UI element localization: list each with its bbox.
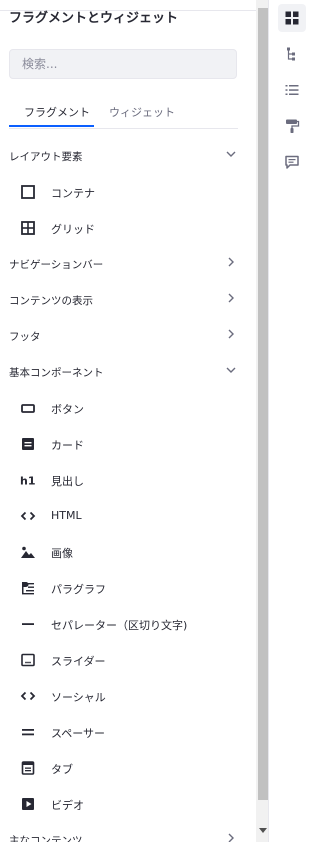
look-and-feel-icon	[286, 119, 300, 133]
list-item-html[interactable]: HTML	[0, 498, 244, 534]
category-label: ナビゲーションバー	[9, 259, 104, 271]
category-navigation-bar[interactable]: ナビゲーションバー	[0, 246, 244, 282]
category-main-content[interactable]: 主なコンテンツ	[0, 822, 244, 842]
item-label: ソーシャル	[51, 691, 106, 704]
item-label: 画像	[51, 547, 73, 560]
item-label: セパレーター（区切り文字)	[51, 619, 188, 632]
chevron-right-icon	[228, 329, 234, 339]
search-input[interactable]	[9, 49, 237, 79]
tab-fragments[interactable]: フラグメント	[24, 104, 90, 120]
list-item-heading[interactable]: h1 見出し	[0, 462, 244, 498]
item-label: パラグラフ	[51, 583, 106, 596]
list-item-social[interactable]: ソーシャル	[0, 678, 244, 714]
chevron-right-icon	[228, 293, 234, 303]
chevron-down-icon	[226, 151, 236, 157]
active-tab-indicator	[9, 125, 94, 127]
tab-widgets[interactable]: ウィジェット	[109, 104, 175, 120]
panel-title: フラグメントとウィジェット	[9, 11, 179, 26]
tab-bar: フラグメント ウィジェット	[9, 98, 238, 129]
item-label: タブ	[51, 763, 73, 776]
list-item-slider[interactable]: スライダー	[0, 642, 244, 678]
comments-icon	[285, 155, 299, 169]
item-label: 見出し	[51, 475, 84, 488]
list-item-button[interactable]: ボタン	[0, 390, 244, 426]
list-item-paragraph[interactable]: パラグラフ	[0, 570, 244, 606]
container-icon	[19, 183, 37, 201]
chevron-down-icon	[226, 367, 236, 373]
chevron-right-icon	[228, 257, 234, 267]
item-label: コンテナ	[51, 187, 95, 200]
category-footer[interactable]: フッタ	[0, 318, 244, 354]
scroll-down-arrow-icon[interactable]	[259, 828, 267, 833]
list-icon	[285, 85, 299, 95]
comments-button[interactable]	[278, 148, 306, 176]
item-label: グリッド	[51, 223, 95, 236]
spacer-icon	[19, 723, 37, 741]
item-label: カード	[51, 439, 84, 452]
list-item-video[interactable]: ビデオ	[0, 786, 244, 822]
item-label: HTML	[51, 509, 82, 522]
grid-icon	[19, 219, 37, 237]
list-item-card[interactable]: カード	[0, 426, 244, 462]
fragments-widgets-button[interactable]	[278, 4, 306, 32]
social-icon	[19, 687, 37, 705]
list-button[interactable]	[278, 76, 306, 104]
slider-icon	[19, 651, 37, 669]
heading-icon: h1	[19, 471, 37, 489]
category-label: 基本コンポーネント	[9, 367, 104, 379]
category-content-display[interactable]: コンテンツの表示	[0, 282, 244, 318]
category-basic-components[interactable]: 基本コンポーネント	[0, 354, 244, 390]
list-item-spacer[interactable]: スペーサー	[0, 714, 244, 750]
image-icon	[19, 543, 37, 561]
tool-sidebar	[268, 0, 314, 842]
page-structure-icon	[287, 47, 295, 61]
chevron-right-icon	[228, 833, 234, 842]
tabs-icon	[19, 759, 37, 777]
item-label: ボタン	[51, 403, 84, 416]
separator-icon	[19, 615, 37, 633]
category-label: 主なコンテンツ	[9, 835, 83, 842]
list-item-image[interactable]: 画像	[0, 534, 244, 570]
fragments-panel: フラグメントとウィジェット フラグメント ウィジェット レイアウト要素 コンテナ…	[0, 0, 256, 842]
paragraph-icon	[19, 579, 37, 597]
category-label: フッタ	[9, 331, 41, 343]
button-icon	[19, 399, 37, 417]
code-icon	[19, 507, 37, 525]
page-structure-button[interactable]	[278, 40, 306, 68]
svg-text:h1: h1	[20, 475, 36, 488]
item-label: スライダー	[51, 655, 106, 668]
list-item-tabs[interactable]: タブ	[0, 750, 244, 786]
category-layout-elements[interactable]: レイアウト要素	[0, 138, 244, 174]
list-item-container[interactable]: コンテナ	[0, 174, 244, 210]
category-label: コンテンツの表示	[9, 295, 93, 307]
list-item-grid[interactable]: グリッド	[0, 210, 244, 246]
look-and-feel-button[interactable]	[278, 112, 306, 140]
item-label: スペーサー	[51, 727, 106, 740]
item-label: ビデオ	[51, 799, 84, 812]
list-item-separator[interactable]: セパレーター（区切り文字)	[0, 606, 244, 642]
card-icon	[19, 435, 37, 453]
category-label: レイアウト要素	[9, 151, 83, 163]
fragments-widgets-icon	[285, 11, 299, 25]
scrollbar-thumb[interactable]	[258, 8, 268, 800]
video-icon	[19, 795, 37, 813]
